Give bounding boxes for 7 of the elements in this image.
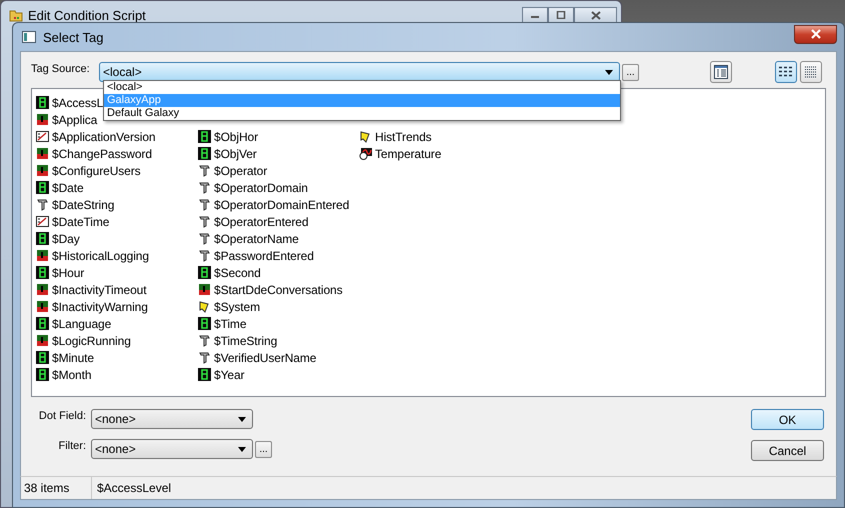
dot-field-label: Dot Field:	[38, 410, 87, 422]
selected-tag: $AccessLevel	[92, 481, 172, 495]
tag-source-label: Tag Source:	[31, 63, 91, 75]
dialog-title: Select Tag	[43, 30, 104, 44]
filter-label: Filter:	[58, 440, 87, 452]
window-title: Edit Condition Script	[28, 8, 146, 22]
item-count: 38 items	[21, 477, 92, 499]
